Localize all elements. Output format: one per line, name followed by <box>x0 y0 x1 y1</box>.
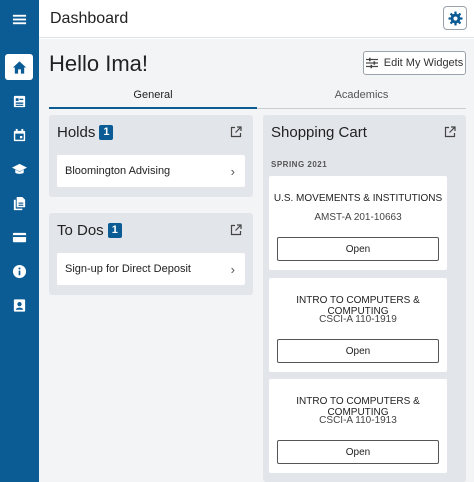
holds-count-badge: 1 <box>99 125 114 140</box>
open-course-button[interactable]: Open <box>277 440 439 464</box>
sidebar-item-calendar[interactable] <box>5 122 33 148</box>
info-icon <box>12 264 26 278</box>
cart-course-card: U.S. MOVEMENTS & INSTITUTIONS AMST-A 201… <box>269 176 447 270</box>
cart-course-card: INTRO TO COMPUTERS & COMPUTING CSCI-A 11… <box>269 379 447 473</box>
external-link-icon[interactable] <box>444 126 456 138</box>
external-link-icon[interactable] <box>230 224 242 236</box>
hold-item-label: Bloomington Advising <box>65 165 171 177</box>
sidebar-item-documents[interactable] <box>5 190 33 216</box>
sidebar-item-student-center[interactable] <box>5 88 33 114</box>
todos-title: To Dos 1 <box>57 222 122 239</box>
cart-course-card: INTRO TO COMPUTERS & COMPUTING CSCI-A 11… <box>269 278 447 372</box>
course-code: CSCI-A 110-1913 <box>319 415 397 426</box>
list-item[interactable]: Bloomington Advising › <box>57 155 245 187</box>
greeting-heading: Hello Ima! <box>49 51 149 76</box>
top-bar: Dashboard <box>39 0 474 38</box>
holds-title: Holds 1 <box>57 124 114 141</box>
todos-count-badge: 1 <box>107 223 122 238</box>
menu-button[interactable] <box>5 6 33 32</box>
cart-title: Shopping Cart <box>271 124 367 141</box>
chevron-right-icon: › <box>230 163 235 179</box>
calendar-icon <box>13 128 25 141</box>
tab-general[interactable]: General <box>49 89 257 109</box>
open-course-button[interactable]: Open <box>277 339 439 363</box>
sidebar-item-profile[interactable] <box>5 292 33 318</box>
open-course-button[interactable]: Open <box>277 237 439 261</box>
sidebar-item-info[interactable] <box>5 258 33 284</box>
list-item[interactable]: Sign-up for Direct Deposit › <box>57 253 245 285</box>
hamburger-icon <box>12 14 26 24</box>
documents-icon <box>13 196 25 210</box>
graduation-cap-icon <box>11 163 27 174</box>
shopping-cart-widget: Shopping Cart SPRING 2021 U.S. MOVEMENTS… <box>263 115 466 482</box>
todos-widget: To Dos 1 Sign-up for Direct Deposit › <box>49 213 253 295</box>
term-label: SPRING 2021 <box>271 160 328 169</box>
course-title: U.S. MOVEMENTS & INSTITUTIONS <box>273 193 443 204</box>
holds-title-text: Holds <box>57 124 96 141</box>
course-code: AMST-A 201-10663 <box>314 212 402 223</box>
sidebar-item-academics[interactable] <box>5 156 33 182</box>
edit-widgets-button[interactable]: Edit My Widgets <box>363 51 466 75</box>
todo-item-label: Sign-up for Direct Deposit <box>65 263 191 275</box>
gear-icon <box>447 10 463 26</box>
holds-widget: Holds 1 Bloomington Advising › <box>49 115 253 197</box>
external-link-icon[interactable] <box>230 126 242 138</box>
main-content: Hello Ima! Edit My Widgets General Acade… <box>39 39 474 482</box>
chevron-right-icon: › <box>230 261 235 277</box>
sidebar-item-home[interactable] <box>5 54 33 80</box>
sidebar <box>0 0 39 482</box>
sliders-icon <box>365 57 378 69</box>
edit-widgets-label: Edit My Widgets <box>383 57 464 69</box>
sidebar-item-finances[interactable] <box>5 224 33 250</box>
course-code: CSCI-A 110-1919 <box>319 314 397 325</box>
settings-button[interactable] <box>443 6 467 30</box>
home-icon <box>12 60 26 74</box>
page-title: Dashboard <box>50 10 129 27</box>
todos-title-text: To Dos <box>57 222 104 239</box>
credit-card-icon <box>12 232 26 242</box>
profile-icon <box>13 298 25 312</box>
tab-academics[interactable]: Academics <box>257 89 466 109</box>
id-list-icon <box>13 95 25 107</box>
